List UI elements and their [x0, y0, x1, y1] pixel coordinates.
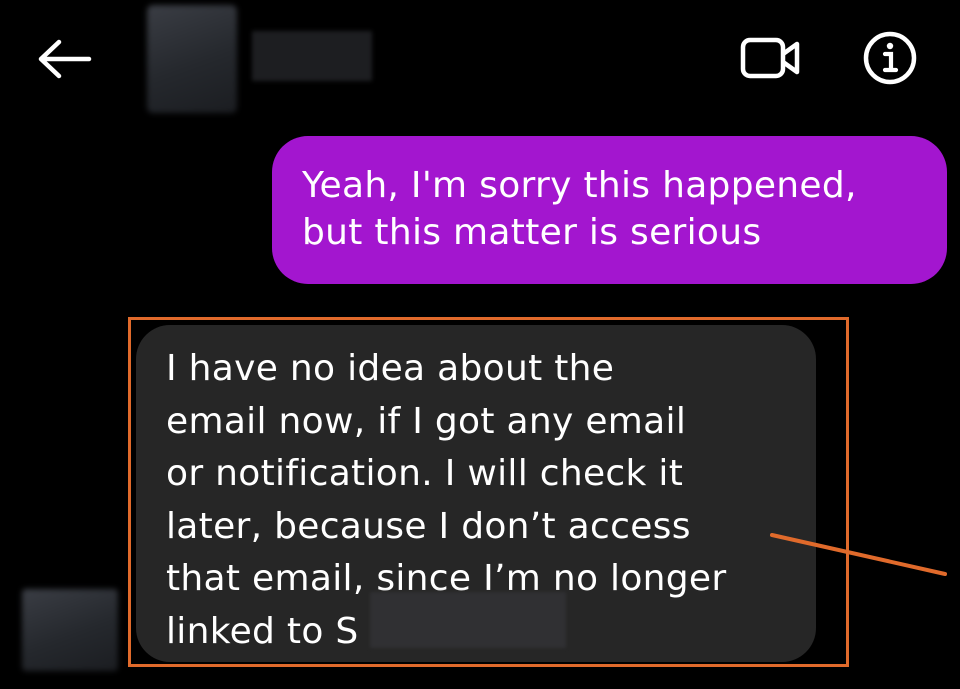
contact-name-redacted[interactable] [252, 31, 372, 81]
contact-avatar[interactable] [147, 5, 237, 113]
redacted-text [370, 592, 566, 648]
sender-avatar[interactable] [22, 589, 118, 671]
back-button[interactable] [30, 30, 96, 88]
outgoing-message-bubble[interactable]: Yeah, I'm sorry this happened, but this … [272, 136, 947, 284]
video-camera-icon [740, 37, 800, 79]
video-call-button[interactable] [735, 28, 807, 88]
info-icon [863, 31, 917, 85]
arrow-left-icon [38, 39, 92, 79]
info-button[interactable] [858, 28, 922, 88]
